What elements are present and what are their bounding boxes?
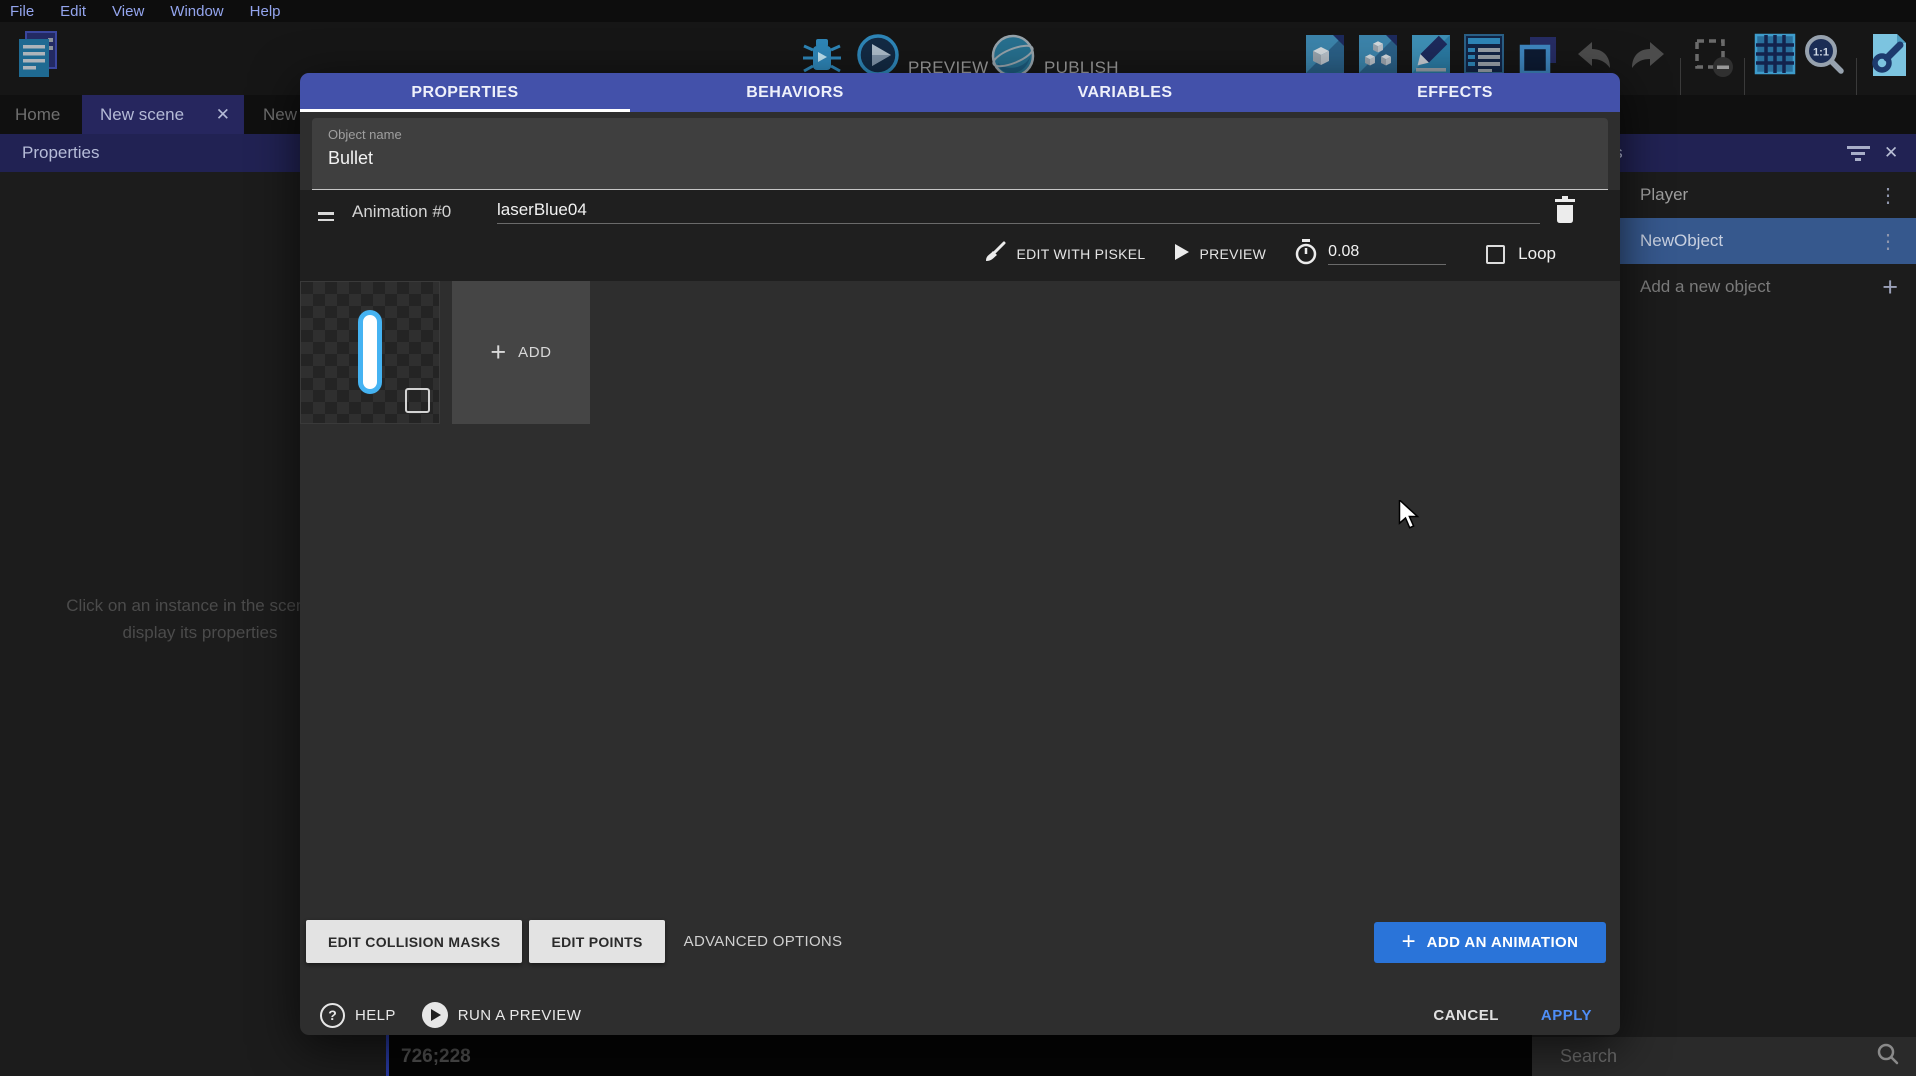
tab-close-icon[interactable]: ✕ [216,105,230,125]
dialog-tools-row: EDIT COLLISION MASKS EDIT POINTS ADVANCE… [306,920,842,963]
clear-selection-icon[interactable] [1692,36,1736,85]
object-editor-dialog: PROPERTIES BEHAVIORS VARIABLES EFFECTS O… [300,73,1620,1035]
plus-icon: + [490,337,506,368]
close-panel-icon[interactable]: ✕ [1884,134,1898,172]
dialog-tab-bar: PROPERTIES BEHAVIORS VARIABLES EFFECTS [300,73,1620,112]
dialog-actions-row: ? HELP RUN A PREVIEW CANCEL APPLY [320,993,1592,1037]
object-name-field[interactable]: Object name [312,118,1608,190]
object-name-label: Object name [328,127,402,142]
object-label: Player [1640,185,1688,205]
tab-new-partial[interactable]: New [263,95,297,134]
edit-collision-masks-button[interactable]: EDIT COLLISION MASKS [306,920,522,963]
tab-new-scene-label: New scene [100,105,184,125]
add-new-object-label: Add a new object [1640,277,1770,297]
menu-file[interactable]: File [10,3,34,20]
search-icon [1876,1042,1900,1071]
gdevelop-app: File Edit View Window Help [0,0,1916,1076]
help-button[interactable]: HELP [355,1007,396,1024]
tab-behaviors[interactable]: BEHAVIORS [630,73,960,112]
tab-effects[interactable]: EFFECTS [1290,73,1620,112]
apply-button[interactable]: APPLY [1541,1007,1592,1024]
toolbar-separator [1744,58,1745,96]
objects-search-bar [1532,1037,1916,1076]
filter-icon[interactable] [1846,146,1870,162]
timer-icon [1294,239,1318,270]
redo-icon[interactable] [1628,38,1668,83]
object-name-input[interactable] [328,148,1588,169]
svg-text:1:1: 1:1 [1813,47,1829,59]
grid-icon[interactable] [1754,33,1796,80]
cursor-coordinates: 726;228 [401,1046,471,1068]
plus-icon: + [1882,272,1898,303]
time-between-frames-input[interactable] [1328,243,1446,265]
animation-controls: EDIT WITH PISKEL PREVIEW Loop [984,236,1556,272]
run-preview-icon[interactable] [422,1002,448,1028]
zoom-original-icon[interactable]: 1:1 [1802,33,1846,82]
loop-checkbox[interactable] [1486,245,1505,264]
scene-properties-icon[interactable] [1866,32,1912,83]
laser-bullet-sprite [358,310,382,394]
cancel-button[interactable]: CANCEL [1433,1007,1499,1024]
add-an-animation-button[interactable]: + ADD AN ANIMATION [1374,922,1606,963]
object-menu-dots-icon[interactable]: ⋮ [1878,183,1898,208]
help-icon[interactable]: ? [320,1003,345,1028]
animation-preview-button[interactable]: PREVIEW [1200,246,1267,262]
preview-play-icon[interactable] [1174,243,1190,266]
project-manager-icon[interactable] [14,30,62,85]
edit-with-piskel-button[interactable]: EDIT WITH PISKEL [1016,246,1145,262]
frame-thumbnail[interactable] [300,281,440,424]
animation-name-input[interactable] [497,196,1540,224]
plus-icon: + [1402,928,1416,956]
menu-help[interactable]: Help [250,3,281,20]
mouse-cursor [1398,500,1422,535]
toolbar-separator [1856,58,1857,96]
tab-properties[interactable]: PROPERTIES [300,73,630,112]
drag-handle-icon[interactable] [318,212,334,225]
toolbar-separator [1680,58,1681,96]
frame-select-checkbox[interactable] [405,388,430,413]
menu-view[interactable]: View [112,3,144,20]
object-menu-dots-icon[interactable]: ⋮ [1878,229,1898,254]
tab-variables[interactable]: VARIABLES [960,73,1290,112]
menu-edit[interactable]: Edit [60,3,86,20]
add-frame-button[interactable]: + ADD [452,281,590,424]
menu-window[interactable]: Window [170,3,223,20]
tab-new-scene[interactable]: New scene ✕ [82,95,244,134]
animation-header: Animation #0 EDIT WITH PISKEL [300,190,1620,281]
delete-animation-icon[interactable] [1552,196,1580,224]
animation-title: Animation #0 [352,202,451,222]
advanced-options-button[interactable]: ADVANCED OPTIONS [684,933,843,950]
tab-home[interactable]: Home [15,95,60,134]
object-label: NewObject [1640,231,1723,251]
menu-bar: File Edit View Window Help [0,0,1916,22]
run-a-preview-button[interactable]: RUN A PREVIEW [458,1007,582,1024]
piskel-brush-icon[interactable] [984,241,1006,268]
objects-search-input[interactable] [1532,1046,1876,1067]
loop-label: Loop [1518,244,1556,264]
edit-points-button[interactable]: EDIT POINTS [529,920,664,963]
